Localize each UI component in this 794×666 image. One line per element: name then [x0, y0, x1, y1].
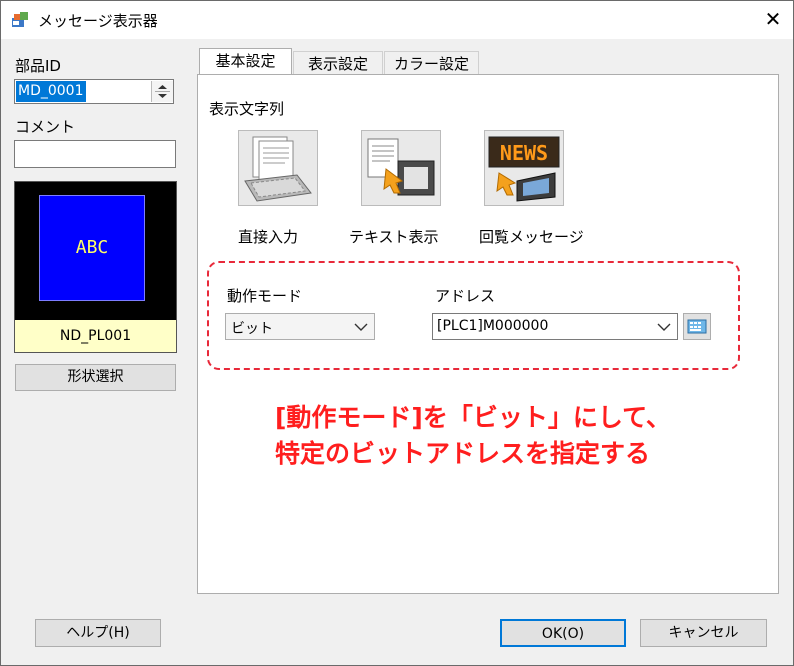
circular-message-caption: 回覧メッセージ	[479, 228, 584, 246]
text-display-caption: テキスト表示	[349, 228, 439, 246]
preview-shape: ABC	[39, 195, 145, 301]
annotation-line-2: 特定のビットアドレスを指定する	[275, 439, 651, 468]
operation-mode-value: ビット	[231, 321, 273, 337]
cancel-button[interactable]: キャンセル	[640, 619, 767, 647]
preview-text: ABC	[75, 237, 109, 258]
part-id-spinner[interactable]	[151, 81, 173, 102]
part-id-label: 部品ID	[15, 57, 61, 75]
window-title: メッセージ表示器	[38, 12, 158, 30]
part-id-field[interactable]: MD_0001	[14, 79, 174, 104]
operation-mode-label: 動作モード	[227, 287, 303, 305]
preview-box: ABC ND_PL001	[14, 181, 177, 353]
display-string-label: 表示文字列	[209, 100, 285, 118]
keyboard-document-icon	[244, 136, 312, 202]
circular-message-option[interactable]: NEWS	[484, 130, 564, 206]
app-icon	[12, 12, 28, 27]
tab-color-settings[interactable]: カラー設定	[384, 51, 479, 75]
preview-part-name: ND_PL001	[15, 320, 176, 352]
chevron-down-icon	[657, 323, 671, 331]
address-value: [PLC1]M000000	[437, 318, 549, 334]
help-button[interactable]: ヘルプ(H)	[35, 619, 161, 647]
part-id-value: MD_0001	[16, 81, 86, 102]
direct-input-caption: 直接入力	[238, 228, 299, 246]
address-label: アドレス	[435, 287, 496, 305]
chevron-down-icon	[354, 323, 368, 331]
text-file-icon	[367, 138, 435, 196]
ok-button[interactable]: OK(O)	[500, 619, 626, 647]
text-display-option[interactable]	[361, 130, 441, 206]
keypad-icon	[687, 319, 707, 334]
tab-display-settings[interactable]: 表示設定	[293, 51, 383, 75]
shape-select-button[interactable]: 形状選択	[15, 364, 176, 391]
operation-mode-select[interactable]: ビット	[225, 313, 375, 340]
close-icon[interactable]: ✕	[754, 1, 792, 38]
address-combobox[interactable]: [PLC1]M000000	[432, 313, 678, 340]
spinner-arrows-icon	[155, 85, 170, 98]
news-board-icon: NEWS	[488, 136, 560, 202]
address-keypad-button[interactable]	[683, 313, 711, 340]
tab-basic-settings[interactable]: 基本設定	[199, 48, 292, 75]
annotation-line-1: [動作モード]を「ビット」にして、	[275, 403, 671, 432]
direct-input-option[interactable]	[238, 130, 318, 206]
comment-field[interactable]	[14, 140, 176, 168]
news-text: NEWS	[500, 141, 548, 165]
comment-label: コメント	[15, 118, 76, 136]
